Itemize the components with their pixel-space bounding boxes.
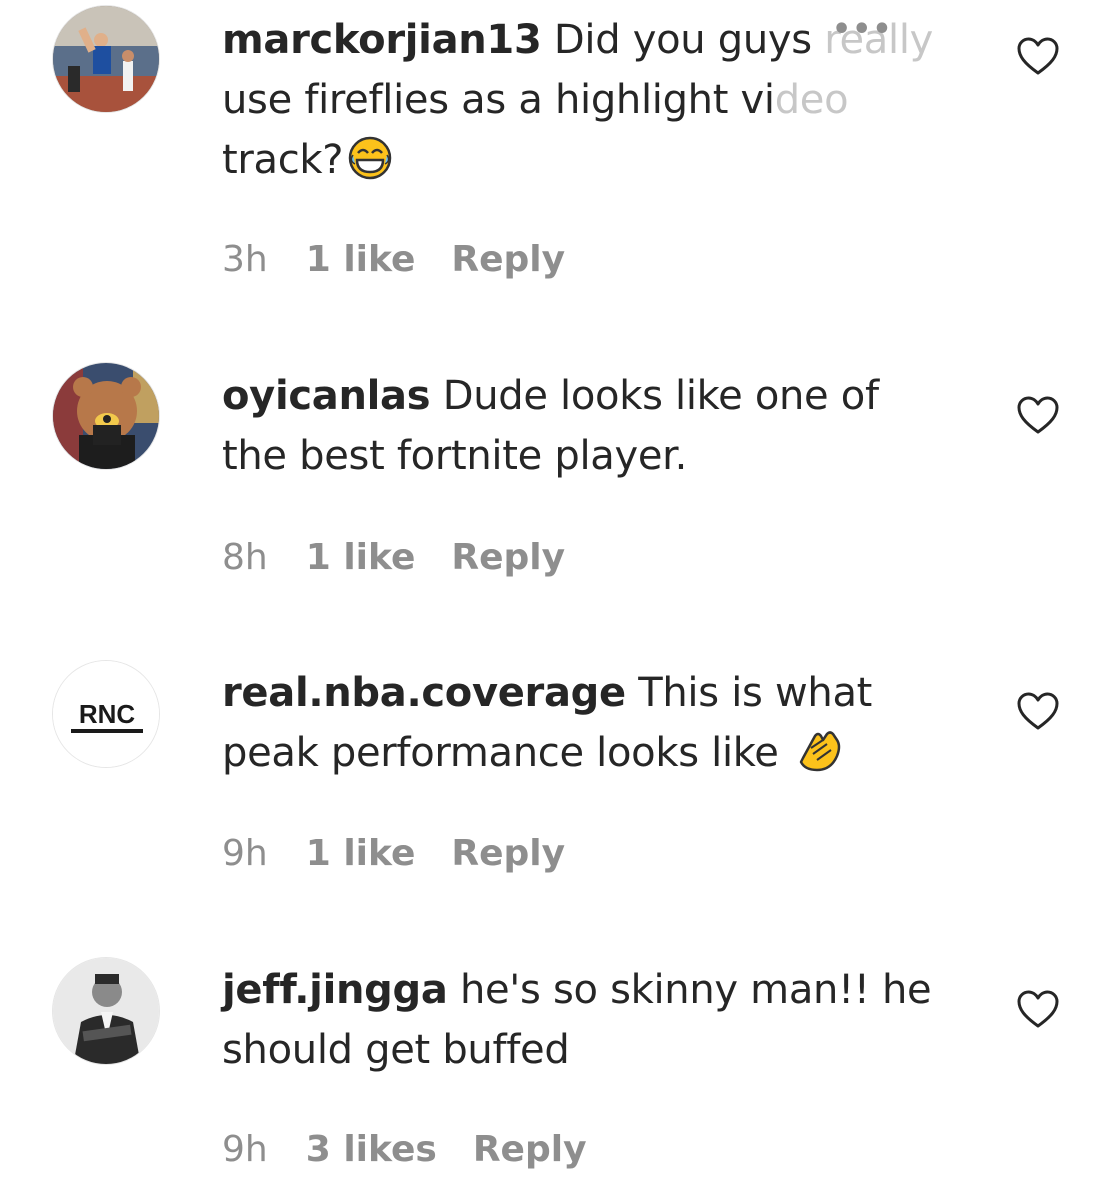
- comment-text: real.nba.coverage This is what peak perf…: [222, 663, 952, 791]
- avatar[interactable]: [52, 957, 160, 1065]
- tears-of-joy-emoji-icon: [347, 135, 393, 198]
- comment-item: jeff.jingga he's so skinny man!! he shou…: [0, 900, 1113, 1200]
- like-heart-icon[interactable]: [1016, 36, 1060, 76]
- comment-time: 9h: [222, 833, 268, 874]
- like-heart-icon[interactable]: [1016, 989, 1060, 1029]
- comment-likes[interactable]: 1 like: [306, 537, 416, 578]
- avatar-logo-text: RNC: [79, 699, 136, 729]
- comment-body-line2-faded: deo: [774, 77, 849, 123]
- comment-meta: 3h 1 like Reply: [222, 238, 601, 282]
- comment-likes[interactable]: 1 like: [306, 833, 416, 874]
- comment-time: 9h: [222, 1129, 268, 1170]
- comment-meta: 8h 1 like Reply: [222, 536, 601, 580]
- avatar-basketball-photo: [53, 6, 159, 112]
- comment-item: RNC real.nba.coverage This is what peak …: [0, 600, 1113, 900]
- comment-text: jeff.jingga he's so skinny man!! he shou…: [222, 960, 952, 1080]
- comment-likes[interactable]: 1 like: [306, 239, 416, 280]
- comment-body-line2: use fireflies as a highlight vi: [222, 77, 775, 123]
- comment-body: Did you guys: [553, 17, 825, 63]
- comment-username[interactable]: oyicanlas: [222, 373, 431, 419]
- comment-likes[interactable]: 3 likes: [306, 1129, 437, 1170]
- avatar-rnc-logo: RNC: [53, 661, 159, 767]
- comment-item: oyicanlas Dude looks like one of the bes…: [0, 300, 1113, 600]
- comment-text: oyicanlas Dude looks like one of the bes…: [222, 366, 952, 486]
- reply-button[interactable]: Reply: [451, 239, 565, 280]
- comment-item: marckorjian13 Did you guys really use fi…: [0, 0, 1113, 300]
- like-heart-icon[interactable]: [1016, 691, 1060, 731]
- comment-username[interactable]: marckorjian13: [222, 17, 542, 63]
- avatar-person-bw-photo: [53, 958, 159, 1064]
- comment-meta: 9h 1 like Reply: [222, 832, 601, 876]
- avatar-bear-mascot-photo: [53, 363, 159, 469]
- comment-body-line3: track?: [222, 137, 344, 183]
- avatar[interactable]: [52, 5, 160, 113]
- comment-username[interactable]: real.nba.coverage: [222, 670, 626, 716]
- clapping-hands-emoji-icon: [793, 728, 843, 791]
- reply-button[interactable]: Reply: [451, 833, 565, 874]
- reply-button[interactable]: Reply: [451, 537, 565, 578]
- avatar[interactable]: RNC: [52, 660, 160, 768]
- comment-meta: 9h 3 likes Reply: [222, 1128, 623, 1172]
- comment-time: 3h: [222, 239, 268, 280]
- more-text-ellipsis[interactable]: •••: [832, 12, 893, 47]
- avatar[interactable]: [52, 362, 160, 470]
- reply-button[interactable]: Reply: [473, 1129, 587, 1170]
- like-heart-icon[interactable]: [1016, 395, 1060, 435]
- comment-time: 8h: [222, 537, 268, 578]
- comment-username[interactable]: jeff.jingga: [222, 967, 448, 1013]
